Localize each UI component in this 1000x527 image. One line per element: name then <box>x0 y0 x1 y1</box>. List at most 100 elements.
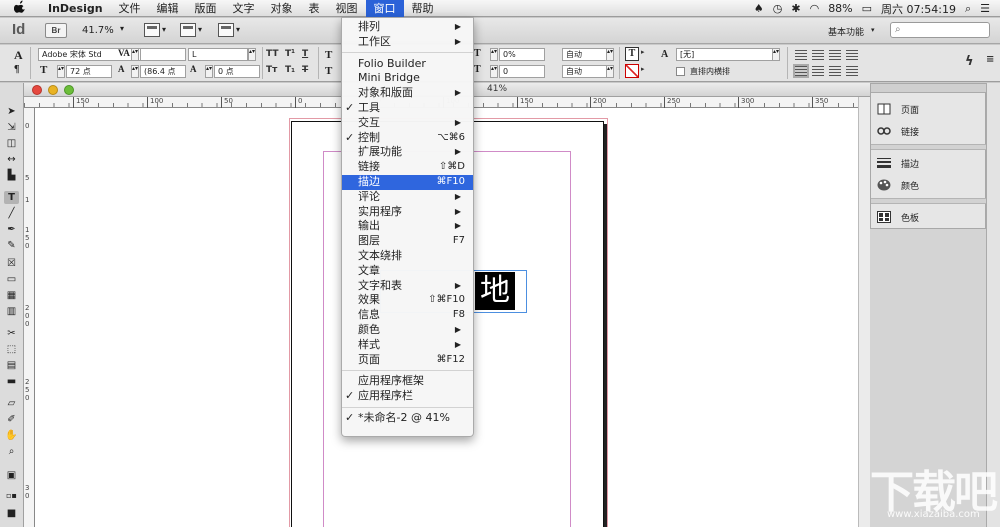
chevron-down-icon[interactable]: ▾ <box>162 25 166 34</box>
window-menu-item[interactable]: 颜色 ▶ <box>342 323 473 338</box>
line-tool-icon[interactable]: ╱ <box>4 207 19 220</box>
justify-full-icon[interactable] <box>793 64 809 78</box>
fill-stroke-icon[interactable]: ▣ <box>4 469 19 482</box>
window-menu-item[interactable]: 扩展功能 ▶ <box>342 145 473 160</box>
selected-text[interactable]: 地 <box>475 272 515 310</box>
strikethrough-button[interactable]: T <box>302 65 308 75</box>
pen-tool-icon[interactable]: ✒ <box>4 223 19 236</box>
horizontal-grid-tool-icon[interactable]: ▥ <box>4 305 19 318</box>
menu-file[interactable]: 文件 <box>111 0 149 17</box>
apple-icon[interactable] <box>13 0 28 16</box>
skew-stepper[interactable]: ▴▾ <box>490 48 498 61</box>
align-left-icon[interactable] <box>795 50 807 60</box>
content-collector-icon[interactable]: ▙ <box>4 169 19 182</box>
auto-dropdown-1[interactable]: ▴▾ <box>606 48 614 61</box>
chevron-right-icon[interactable]: ▸ <box>641 48 645 56</box>
menu-layout[interactable]: 版面 <box>187 0 225 17</box>
menu-edit[interactable]: 编辑 <box>149 0 187 17</box>
window-menu-item[interactable]: 应用程序框架 <box>342 374 473 389</box>
kerning-field[interactable] <box>140 48 186 61</box>
window-menu-item[interactable]: 排列 ▶ <box>342 20 473 35</box>
window-menu-item[interactable]: 链接 ⇧⌘D <box>342 160 473 175</box>
menu-window[interactable]: 窗口 <box>365 0 404 17</box>
notification-center-icon[interactable]: ☰ <box>980 2 990 15</box>
workspace-switcher[interactable]: 基本功能 <box>828 25 864 38</box>
swatches-panel-button[interactable]: 色板 <box>877 209 919 225</box>
pages-panel-button[interactable]: 页面 <box>877 101 919 117</box>
character-style-field[interactable]: [无] <box>676 48 776 61</box>
zoom-tool-icon[interactable]: ⌕ <box>4 445 19 458</box>
justify-left-icon[interactable] <box>846 50 858 60</box>
color-panel-button[interactable]: 颜色 <box>877 177 919 193</box>
minimize-window-button[interactable] <box>48 85 58 95</box>
chevron-down-icon[interactable]: ▾ <box>871 26 875 34</box>
type-tool-icon[interactable]: T <box>4 191 19 204</box>
character-style-dropdown[interactable]: ▴▾ <box>772 48 780 61</box>
view-options-icon[interactable] <box>144 23 160 37</box>
chevron-right-icon[interactable]: ▸ <box>641 65 645 73</box>
justify-right-icon[interactable] <box>829 66 841 76</box>
arrange-documents-icon[interactable] <box>218 23 234 37</box>
vertical-ruler[interactable]: 0 5 1 1 5 0 2 0 0 2 5 0 3 0 <box>24 108 35 527</box>
window-menu-item[interactable]: Folio Builder <box>342 57 473 72</box>
battery-icon[interactable]: ▭ <box>862 2 872 15</box>
chevron-down-icon[interactable]: ▾ <box>236 25 240 34</box>
note-tool-icon[interactable]: ▱ <box>4 397 19 410</box>
align-center-icon[interactable] <box>812 50 824 60</box>
window-menu-item[interactable]: 文字和表 ▶ <box>342 279 473 294</box>
small-caps-button[interactable]: Tт <box>266 65 277 75</box>
formatting-affects-icon[interactable]: ▫▪ <box>4 489 19 502</box>
superscript-button[interactable]: T¹ <box>285 49 295 59</box>
page-tool-icon[interactable]: ◫ <box>4 137 19 150</box>
font-style-dropdown[interactable]: ▴▾ <box>248 48 256 61</box>
window-menu-item[interactable]: ✓ 应用程序栏 <box>342 389 473 404</box>
close-window-button[interactable] <box>32 85 42 95</box>
menu-table[interactable]: 表 <box>301 0 328 17</box>
fill-text-icon[interactable]: T <box>625 47 639 61</box>
character-formatting-icon[interactable]: A <box>14 48 23 63</box>
window-menu-item[interactable]: 实用程序 ▶ <box>342 205 473 220</box>
window-menu-item[interactable]: 图层 F7 <box>342 234 473 249</box>
leading-field[interactable]: (86.4 点 <box>140 65 186 78</box>
time-machine-icon[interactable]: ◷ <box>773 2 783 15</box>
gap-tool-icon[interactable]: ↔ <box>4 153 19 166</box>
zoom-level[interactable]: 41.7% <box>82 25 114 36</box>
window-menu-item[interactable]: 文本绕排 <box>342 249 473 264</box>
window-menu-item[interactable]: 页面 ⌘F12 <box>342 353 473 368</box>
search-input[interactable]: ⌕ <box>890 22 990 38</box>
rectangle-tool-icon[interactable]: ▭ <box>4 273 19 286</box>
zoom-window-button[interactable] <box>64 85 74 95</box>
clock[interactable]: 周六 07:54:19 <box>881 1 956 17</box>
window-menu-item[interactable]: 文章 <box>342 264 473 279</box>
bridge-button[interactable]: Br <box>45 23 67 38</box>
eyedropper-tool-icon[interactable]: ✐ <box>4 413 19 426</box>
notification-icon[interactable]: ♠ <box>754 2 764 15</box>
bluetooth-icon[interactable]: ✱ <box>791 2 800 15</box>
window-menu-item[interactable]: 信息 F8 <box>342 308 473 323</box>
underline-button[interactable]: T <box>302 49 308 59</box>
font-size-stepper[interactable]: ▴▾ <box>57 65 65 78</box>
justify-center-icon[interactable] <box>812 66 824 76</box>
chevron-down-icon[interactable]: ▾ <box>198 25 202 34</box>
screen-mode-icon[interactable] <box>180 23 196 37</box>
menu-type[interactable]: 文字 <box>225 0 263 17</box>
menu-help[interactable]: 帮助 <box>404 0 442 17</box>
window-menu-item[interactable]: ✓ 控制 ⌥⌘6 <box>342 131 473 146</box>
window-menu-item[interactable]: 描边 ⌘F10 <box>342 175 473 190</box>
tracking-stepper[interactable]: ▴▾ <box>205 65 213 78</box>
menu-app-name[interactable]: InDesign <box>40 0 111 17</box>
free-transform-tool-icon[interactable]: ⬚ <box>4 343 19 356</box>
gradient-feather-tool-icon[interactable]: ▬ <box>4 375 19 388</box>
all-caps-button[interactable]: TT <box>266 49 279 59</box>
kerning-stepper[interactable]: ▴▾ <box>131 48 139 61</box>
window-menu-item[interactable]: 样式 ▶ <box>342 338 473 353</box>
wifi-icon[interactable]: ◠ <box>810 2 820 15</box>
window-menu-item[interactable]: 输出 ▶ <box>342 219 473 234</box>
align-right-icon[interactable] <box>829 50 841 60</box>
zoom-dropdown-icon[interactable]: ▾ <box>120 24 124 33</box>
skew-percent-field[interactable]: 0% <box>499 48 545 61</box>
window-menu-item[interactable]: 交互 ▶ <box>342 116 473 131</box>
menu-object[interactable]: 对象 <box>263 0 301 17</box>
spotlight-icon[interactable]: ⌕ <box>965 2 971 16</box>
direct-selection-tool-icon[interactable]: ⇲ <box>4 121 19 134</box>
